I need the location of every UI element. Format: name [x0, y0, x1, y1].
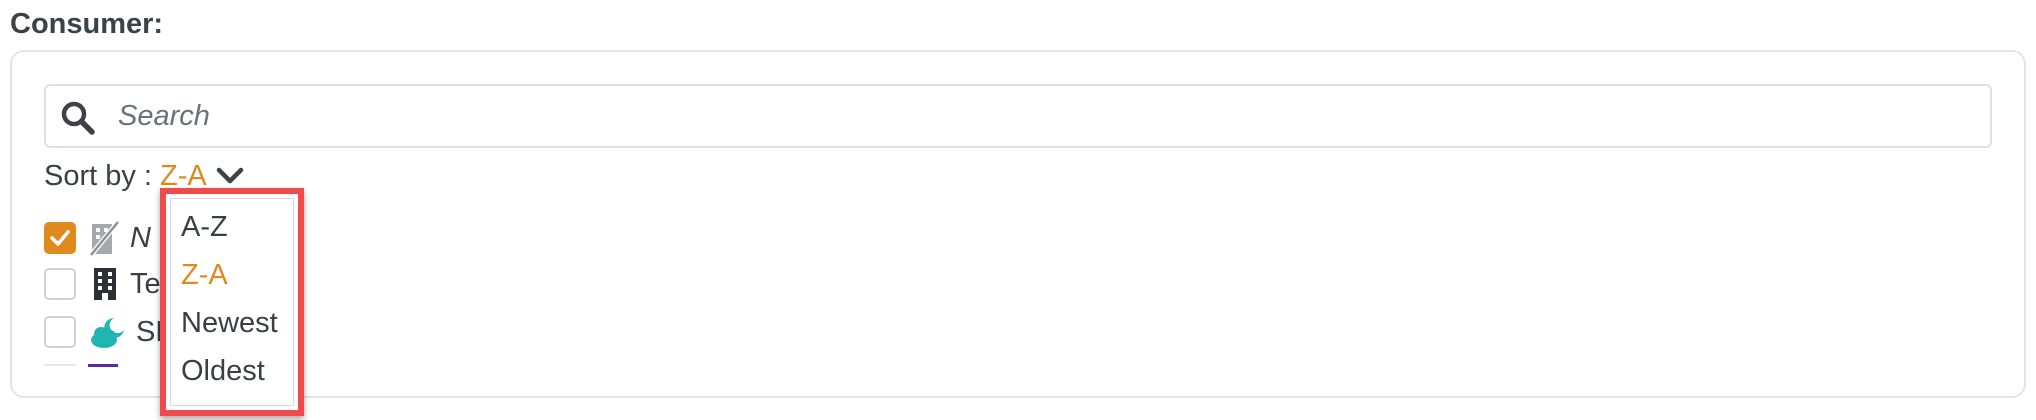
cloud-moon-icon	[91, 318, 124, 348]
sort-label: Sort by :	[44, 159, 152, 192]
dropdown-list: A-Z Z-A Newest Oldest	[170, 198, 294, 406]
check-icon	[50, 230, 70, 246]
checkbox-checked[interactable]	[44, 222, 76, 254]
list-item[interactable]: Tes	[44, 264, 175, 304]
sort-dropdown-menu: A-Z Z-A Newest Oldest	[160, 188, 304, 416]
sort-option-oldest[interactable]: Oldest	[181, 351, 265, 391]
search-input[interactable]	[108, 94, 1968, 138]
search-box[interactable]	[44, 84, 1992, 148]
list-divider	[44, 364, 76, 366]
checkbox[interactable]	[44, 268, 76, 300]
sort-option-newest[interactable]: Newest	[181, 303, 278, 343]
no-building-icon	[89, 220, 120, 256]
section-label: Consumer:	[10, 8, 164, 40]
partial-list-item-icon	[88, 364, 118, 367]
sort-option-z-a[interactable]: Z-A	[181, 255, 228, 295]
list-item-label: N	[130, 221, 151, 254]
list-item[interactable]: SE	[44, 312, 175, 352]
search-icon	[61, 101, 95, 135]
sort-option-a-z[interactable]: A-Z	[181, 207, 228, 247]
consumer-filter-page: Consumer: Sort by : Z-A	[0, 0, 2036, 420]
building-icon	[94, 268, 116, 300]
chevron-down-icon[interactable]	[215, 165, 245, 187]
checkbox[interactable]	[44, 316, 76, 348]
